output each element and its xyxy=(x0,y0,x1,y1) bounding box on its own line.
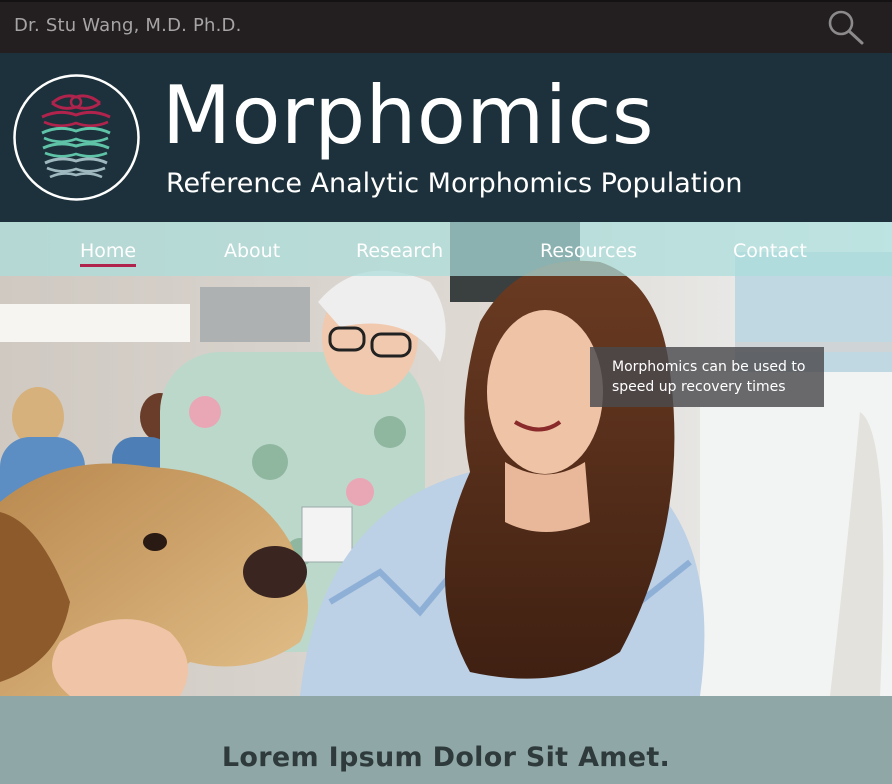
site-header: Morphomics Reference Analytic Morphomics… xyxy=(0,53,892,222)
site-subtitle: Reference Analytic Morphomics Population xyxy=(166,168,743,199)
nav-contact[interactable]: Contact xyxy=(733,239,807,263)
nav-resources[interactable]: Resources xyxy=(540,239,637,263)
nav-about[interactable]: About xyxy=(224,239,280,263)
search-icon[interactable] xyxy=(824,8,868,48)
hero-image xyxy=(0,222,892,696)
spine-logo-icon[interactable] xyxy=(12,73,141,202)
section-heading: Lorem Ipsum Dolor Sit Amet. xyxy=(221,742,671,773)
site-title: Morphomics xyxy=(162,69,655,162)
content-section: Lorem Ipsum Dolor Sit Amet. xyxy=(0,696,892,784)
top-bar: Dr. Stu Wang, M.D. Ph.D. xyxy=(0,0,892,53)
author-name: Dr. Stu Wang, M.D. Ph.D. xyxy=(14,15,242,36)
nav-research[interactable]: Research xyxy=(356,239,443,263)
main-nav: Home About Research Resources Contact xyxy=(0,222,892,276)
nav-home[interactable]: Home xyxy=(80,239,137,267)
hero-callout: Morphomics can be used to speed up recov… xyxy=(590,347,824,407)
